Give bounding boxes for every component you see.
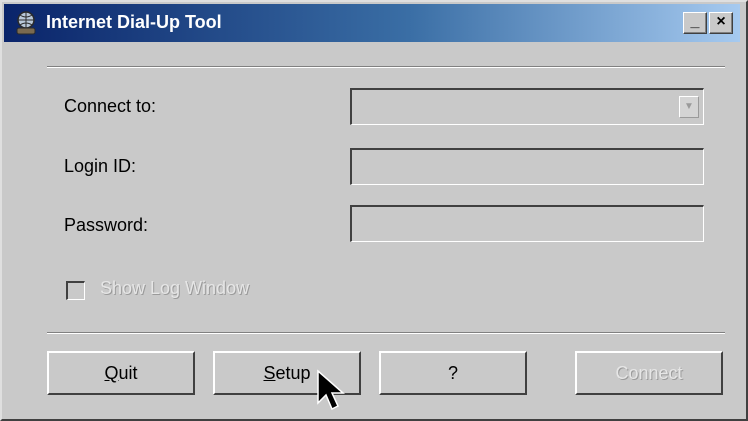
password-label: Password: [64, 215, 149, 235]
setup-label-rest: etup [275, 363, 311, 383]
dialup-globe-icon [16, 11, 36, 35]
dialup-window: Internet Dial-Up Tool _ × Connect to: ▼ … [0, 0, 748, 421]
password-input[interactable] [352, 207, 703, 241]
top-divider [47, 66, 725, 68]
show-log-checkbox[interactable] [66, 281, 85, 300]
connect-button[interactable]: Connect [575, 351, 723, 395]
show-log-label: Show Log Window [100, 278, 250, 298]
setup-mnemonic: S [263, 363, 276, 383]
chevron-down-icon[interactable]: ▼ [679, 96, 699, 118]
quit-mnemonic: Q [104, 363, 119, 383]
login-id-field[interactable] [350, 148, 704, 185]
minimize-icon: _ [690, 13, 700, 30]
help-button[interactable]: ? [379, 351, 527, 395]
bottom-divider [47, 332, 725, 334]
password-field[interactable] [350, 205, 704, 242]
connect-to-dropdown[interactable]: ▼ [350, 88, 704, 125]
help-label: ? [447, 363, 458, 383]
minimize-button[interactable]: _ [683, 12, 707, 34]
connect-to-label: Connect to: [64, 96, 157, 116]
quit-label-rest: uit [118, 363, 138, 383]
close-button[interactable]: × [709, 12, 733, 34]
close-icon: × [716, 13, 726, 30]
login-id-input[interactable] [352, 150, 703, 184]
mouse-pointer-icon [317, 369, 345, 411]
login-id-label: Login ID: [64, 156, 137, 176]
window-title: Internet Dial-Up Tool [46, 12, 222, 32]
connect-label: Connect [615, 363, 683, 383]
quit-button[interactable]: Quit [47, 351, 195, 395]
title-bar: Internet Dial-Up Tool _ × [4, 4, 740, 42]
